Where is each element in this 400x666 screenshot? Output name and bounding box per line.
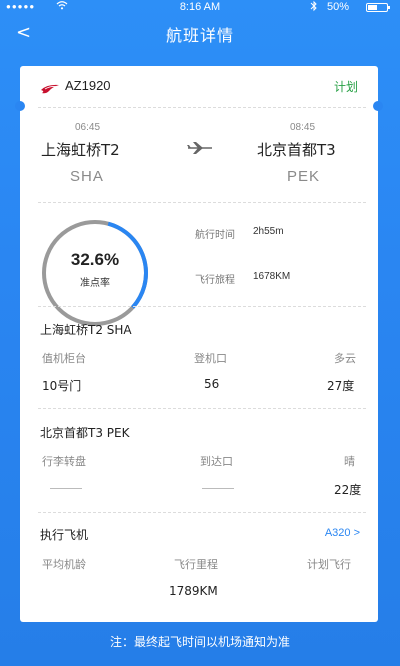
arrival-exit-label: 到达口: [200, 455, 233, 468]
checkin-counter-label: 值机柜台: [42, 352, 86, 365]
departure-weather-label: 多云: [334, 352, 356, 365]
punctuality-label: 准点率: [80, 278, 110, 289]
arrival-time: 08:45: [290, 122, 316, 133]
arrival-code: PEK: [287, 168, 321, 185]
footer-note: 注：最终起飞时间以机场通知为准: [109, 635, 290, 649]
aircraft-mileage-value: 1789KM: [169, 584, 218, 598]
punctuality-gauge: 32.6% 准点率: [40, 218, 150, 328]
departure-city: 上海虹桥T2: [41, 141, 120, 159]
arrival-exit-placeholder: [202, 488, 234, 489]
punctuality-value: 32.6%: [70, 250, 120, 269]
punctuality-ring: [42, 220, 148, 326]
aircraft-section-title: 执行飞机: [40, 528, 89, 542]
baggage-carousel-label: 行李转盘: [42, 455, 86, 468]
bluetooth-icon: [310, 0, 318, 15]
distance-value: 1678KM: [253, 271, 291, 282]
battery-icon: [366, 3, 390, 12]
planned-flights-label: 计划飞行: [307, 558, 351, 571]
battery-percentage: 50%: [327, 1, 350, 13]
arrival-airport-title: 北京首都T3 PEK: [40, 426, 130, 440]
distance-label: 飞行旅程: [195, 275, 235, 286]
aircraft-model-link[interactable]: A320 >: [325, 527, 360, 539]
flight-number: AZ1920: [65, 78, 111, 93]
divider: [38, 408, 366, 409]
divider: [38, 107, 366, 108]
duration-value: 2h55m: [253, 226, 284, 237]
status-bar: ●●●●● 8:16 AM 50%: [0, 0, 400, 14]
departure-code: SHA: [70, 168, 104, 185]
checkin-counter-value: 10号门: [42, 379, 82, 393]
aircraft-age-label: 平均机龄: [42, 558, 86, 571]
baggage-carousel-placeholder: [50, 488, 82, 489]
arrival-city: 北京首都T3: [257, 141, 336, 159]
aircraft-mileage-label: 飞行里程: [174, 558, 218, 571]
navigation-bar: < 航班详情: [0, 14, 400, 54]
punctuality-progress-arc: [42, 220, 148, 326]
flight-header: AZ1920 计划: [20, 66, 378, 106]
boarding-gate-label: 登机口: [194, 352, 227, 365]
divider: [38, 512, 366, 513]
page-title: 航班详情: [165, 26, 234, 45]
departure-weather-value: 27度: [327, 379, 355, 393]
duration-label: 航行时间: [195, 230, 235, 241]
flight-status: 计划: [333, 80, 358, 94]
boarding-gate-value: 56: [204, 377, 220, 391]
departure-time: 06:45: [75, 122, 101, 133]
flight-detail-card: AZ1920 计划 06:45 08:45 上海虹桥T2 北京首都T3 SHA …: [15, 66, 383, 622]
airline-logo-icon: [40, 80, 60, 94]
airplane-icon: [186, 140, 214, 156]
divider: [38, 202, 366, 203]
arrival-weather-value: 22度: [334, 483, 362, 497]
departure-airport-title: 上海虹桥T2 SHA: [40, 323, 132, 337]
arrival-weather-label: 晴: [344, 455, 355, 468]
divider: [38, 306, 366, 307]
